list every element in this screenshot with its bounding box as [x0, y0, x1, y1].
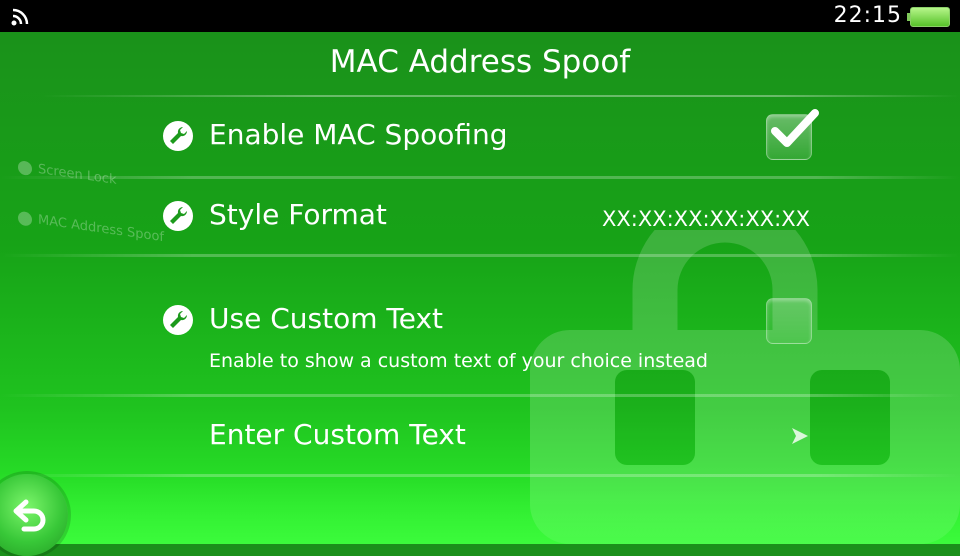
- settings-icon: [18, 159, 32, 176]
- bottom-glow: [0, 474, 960, 544]
- divider: [0, 254, 960, 257]
- back-arrow-icon: [13, 499, 46, 532]
- battery-icon: [907, 7, 950, 27]
- wrench-icon: [163, 201, 193, 231]
- setting-label: Style Format: [209, 198, 387, 231]
- use-custom-text-checkbox[interactable]: [766, 298, 812, 344]
- setting-label: Use Custom Text: [209, 302, 444, 335]
- setting-label: Enable MAC Spoofing: [209, 118, 508, 151]
- divider: [0, 176, 960, 179]
- enable-mac-spoofing-checkbox[interactable]: [766, 109, 819, 160]
- divider: [0, 394, 960, 397]
- setting-enable-mac-spoofing[interactable]: Enable MAC Spoofing: [150, 100, 830, 178]
- setting-style-format[interactable]: Style Format XX:XX:XX:XX:XX:XX: [150, 180, 830, 255]
- clock: 22:15: [833, 3, 902, 28]
- wrench-icon: [163, 121, 193, 151]
- chevron-right-icon: [792, 428, 808, 444]
- page-title: MAC Address Spoof: [329, 44, 631, 80]
- wrench-icon: [163, 305, 193, 335]
- wifi-icon: [11, 8, 29, 26]
- style-format-value: XX:XX:XX:XX:XX:XX: [601, 207, 810, 231]
- background-menu-item: Screen Lock: [18, 159, 116, 188]
- setting-enter-custom-text[interactable]: Enter Custom Text: [150, 400, 830, 472]
- setting-label: Enter Custom Text: [209, 418, 466, 451]
- divider: [0, 474, 960, 477]
- background-menu-item: MAC Address Spoof: [18, 210, 164, 245]
- status-bar: 22:15: [0, 0, 960, 32]
- divider: [40, 95, 960, 97]
- settings-icon: [18, 210, 32, 227]
- setting-description: Enable to show a custom text of your cho…: [209, 350, 708, 372]
- checkmark-icon: [771, 109, 819, 147]
- setting-use-custom-text[interactable]: Use Custom Text Enable to show a custom …: [150, 280, 830, 390]
